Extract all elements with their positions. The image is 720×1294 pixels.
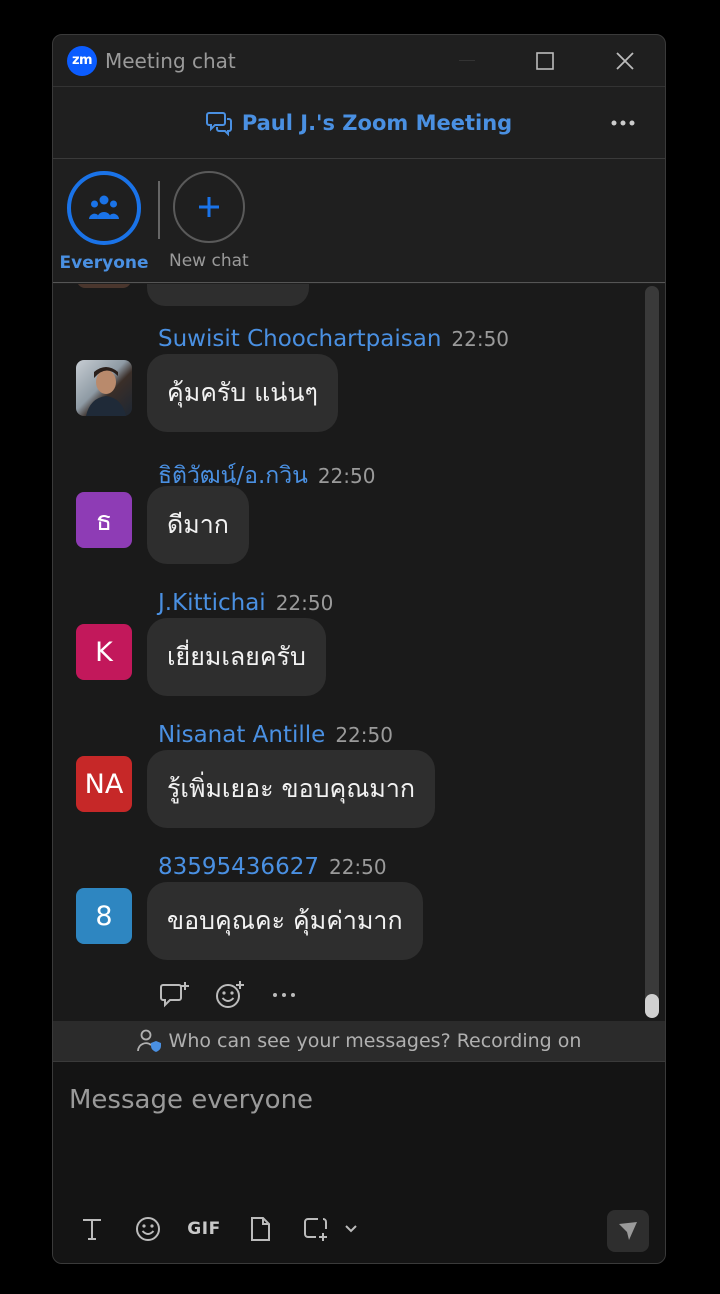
scrollbar[interactable] [645,286,659,1018]
gif-button[interactable]: GIF [187,1212,221,1246]
sender-name[interactable]: Suwisit Choochartpaisan [158,326,441,352]
message-item: 83595436627 22:50 8 ขอบคุณคะ คุ้มค่ามาก [53,854,665,984]
window-title: Meeting chat [105,48,236,73]
close-icon [616,52,634,70]
message-header: Nisanat Antille 22:50 [158,722,393,748]
visibility-notice-text[interactable]: Who can see your messages? Recording on [169,1030,582,1052]
screenshot-button[interactable] [299,1212,333,1246]
chevron-down-icon [345,1225,357,1233]
avatar[interactable]: ธ [76,492,132,548]
maximize-button[interactable] [527,45,563,77]
sender-name[interactable]: Nisanat Antille [158,722,325,748]
more-options-button[interactable] [607,109,639,137]
profile-photo [86,367,126,416]
minimize-button[interactable] [449,45,485,77]
scroll-thumb[interactable] [645,994,659,1018]
tab-divider [158,181,160,239]
file-button[interactable] [243,1212,277,1246]
message-list[interactable]: Suwisit Choochartpaisan 22:50 คุ้มครับ แ… [53,284,665,1021]
meeting-header: Paul J.'s Zoom Meeting [53,87,665,159]
reply-button[interactable] [159,978,193,1012]
message-input[interactable] [69,1080,649,1120]
text-format-icon [83,1219,101,1240]
chat-tabs: Everyone New chat [53,159,665,283]
avatar[interactable] [76,360,132,416]
message-time: 22:50 [275,591,334,615]
message-item: Nisanat Antille 22:50 NA รู้เพิ่มเยอะ ขอ… [53,722,665,852]
message-item: Suwisit Choochartpaisan 22:50 คุ้มครับ แ… [53,326,665,456]
message-bubble[interactable] [147,284,309,306]
visibility-notice[interactable]: Who can see your messages? Recording on [53,1021,665,1062]
meeting-title: Paul J.'s Zoom Meeting [241,110,513,135]
reply-icon [160,982,189,1008]
message-actions [159,978,301,1012]
message-header: J.Kittichai 22:50 [158,590,333,616]
tab-new-chat-label: New chat [169,251,249,271]
group-icon [89,195,119,219]
tab-new-chat-circle[interactable] [172,171,245,243]
title-bar: zm Meeting chat [53,35,665,87]
send-button[interactable] [607,1210,649,1252]
message-bubble[interactable]: เยี่ยมเลยครับ [147,618,326,696]
emoji-add-icon [216,981,244,1008]
message-bubble[interactable]: ขอบคุณคะ คุ้มค่ามาก [147,882,423,960]
person-shield-icon [136,1029,161,1052]
more-icon [611,120,635,126]
sender-name[interactable]: 83595436627 [158,854,319,880]
format-text-button[interactable] [75,1212,109,1246]
avatar [77,284,131,288]
message-time: 22:50 [328,855,387,879]
meeting-chat-window: zm Meeting chat Paul J.'s Zoom Meeting E… [52,34,666,1264]
message-bubble[interactable]: ดีมาก [147,486,249,564]
message-time: 22:50 [335,723,393,747]
message-header: 83595436627 22:50 [158,854,387,880]
send-icon [619,1222,637,1240]
message-item: J.Kittichai 22:50 K เยี่ยมเลยครับ [53,590,665,720]
avatar[interactable]: 8 [76,888,132,944]
message-bubble[interactable]: คุ้มครับ แน่นๆ [147,354,338,432]
tab-everyone-label: Everyone [59,253,149,273]
tab-everyone[interactable]: Everyone [59,171,149,273]
more-icon [273,993,295,997]
message-item: ธิติวัฒน์/อ.กวิน 22:50 ธ ดีมาก [53,458,665,588]
avatar[interactable]: K [76,624,132,680]
emoji-icon [136,1217,160,1241]
add-reaction-button[interactable] [213,978,247,1012]
message-composer: GIF [53,1062,665,1263]
zoom-logo: zm [67,45,97,76]
scroll-track[interactable] [645,286,659,1016]
sender-name[interactable]: J.Kittichai [158,590,266,616]
message-time: 22:50 [451,327,510,351]
tab-everyone-circle[interactable] [67,171,141,245]
plus-icon [198,197,219,217]
more-actions-button[interactable] [267,978,301,1012]
emoji-button[interactable] [131,1212,165,1246]
screenshot-options-button[interactable] [343,1212,359,1246]
tab-new-chat[interactable]: New chat [169,171,249,271]
close-button[interactable] [607,45,643,77]
minimize-icon [459,60,475,61]
composer-toolbar: GIF [75,1212,359,1246]
maximize-icon [536,52,554,70]
message-bubble[interactable]: รู้เพิ่มเยอะ ขอบคุณมาก [147,750,436,828]
screenshot-add-icon [304,1218,327,1241]
message-time: 22:50 [317,464,376,488]
file-icon [251,1217,270,1241]
chat-bubbles-icon [205,111,232,136]
message-header: Suwisit Choochartpaisan 22:50 [158,326,509,352]
avatar[interactable]: NA [76,756,132,812]
